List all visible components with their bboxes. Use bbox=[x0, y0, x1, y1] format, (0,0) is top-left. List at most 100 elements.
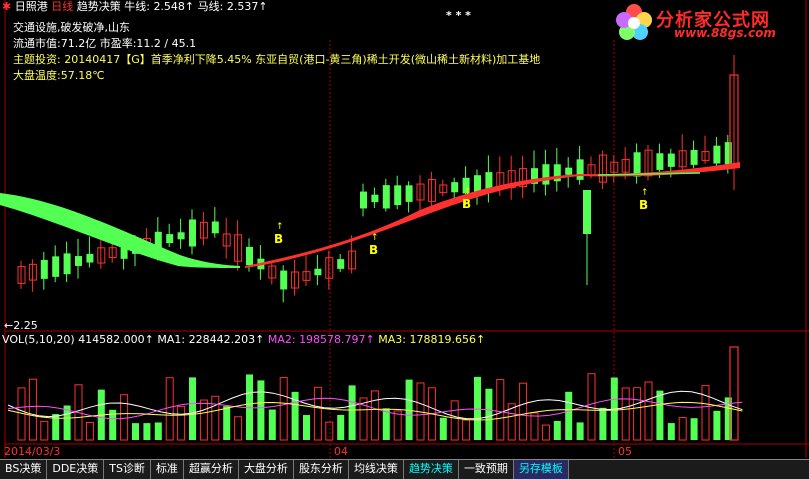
tab-item[interactable]: 另存模板 bbox=[513, 460, 569, 479]
volume-bar bbox=[223, 406, 231, 440]
volume-bar bbox=[474, 376, 481, 440]
buy-arrow-icon: ↑ bbox=[464, 187, 472, 197]
tab-item[interactable]: 一致预期 bbox=[459, 460, 514, 479]
header-line: ✱ 日照港 日线 趋势决策 牛线: 2.548↑ 马线: 2.537↑ bbox=[2, 0, 268, 14]
tab-item[interactable]: BS决策 bbox=[0, 460, 48, 479]
volume-bar bbox=[656, 390, 664, 440]
buy-arrow-icon: ↑ bbox=[641, 188, 649, 198]
date-month-04: 04 bbox=[334, 445, 348, 458]
volume-bar bbox=[599, 407, 607, 440]
chart-canvas[interactable]: ↑B ↑B↑B↑B bbox=[0, 0, 809, 478]
candle-body bbox=[690, 149, 698, 165]
vol-value: 414582.000↑ bbox=[78, 333, 154, 346]
candle-body bbox=[63, 253, 71, 275]
candle-body bbox=[75, 256, 82, 266]
candle-body bbox=[667, 153, 675, 167]
theme-label: 主题投资: bbox=[13, 53, 61, 66]
niu-label: 牛线: bbox=[124, 0, 150, 13]
candle-body bbox=[724, 142, 732, 165]
price-low-label: ←2.25 bbox=[4, 319, 38, 332]
buy-arrow-icon: ↑ bbox=[276, 222, 284, 232]
candle-body bbox=[405, 185, 413, 202]
ma-value: 2.537↑ bbox=[226, 0, 268, 13]
volume-bar bbox=[667, 423, 675, 440]
logo-url: www.88gs.com bbox=[674, 26, 776, 40]
tab-item[interactable]: 标准 bbox=[151, 460, 184, 479]
volume-bar bbox=[713, 410, 721, 440]
volume-bar bbox=[690, 418, 698, 440]
volume-bar bbox=[268, 409, 276, 440]
buy-signal-label: B bbox=[462, 197, 471, 211]
candle-body bbox=[189, 219, 196, 247]
theme-info: 主题投资: 20140417【G】首季净利下降5.45% 东亚自贸(港口-黄三角… bbox=[13, 53, 540, 67]
candle-body bbox=[713, 145, 721, 164]
date-start: 2014/03/3 bbox=[4, 445, 61, 458]
volume-bar bbox=[132, 423, 139, 440]
indicator-name: 趋势决策 bbox=[76, 0, 121, 13]
candle-body bbox=[542, 164, 550, 185]
candle-body bbox=[656, 153, 664, 170]
buy-signal-label: B bbox=[639, 198, 648, 212]
theme-text: 20140417【G】首季净利下降5.45% 东亚自贸(港口-黄三角)稀土开发(… bbox=[64, 53, 541, 66]
flower-logo-icon bbox=[616, 4, 652, 40]
buy-signal-label: B bbox=[274, 232, 283, 246]
volume-bar bbox=[337, 414, 345, 440]
candle-body bbox=[280, 270, 288, 290]
site-logo: 分析家公式网 www.88gs.com bbox=[612, 2, 808, 42]
volume-bar bbox=[565, 391, 573, 440]
tab-item[interactable]: 股东分析 bbox=[294, 460, 349, 479]
candle-body bbox=[382, 185, 390, 209]
ma1-value: 228442.203↑ bbox=[188, 333, 265, 346]
stock-name: 日照港 bbox=[14, 0, 48, 13]
buy-signal-label: B bbox=[369, 243, 378, 257]
candle-body bbox=[314, 268, 322, 276]
date-month-05: 05 bbox=[618, 445, 632, 458]
candle-body bbox=[371, 194, 379, 203]
tab-item[interactable]: TS诊断 bbox=[104, 460, 151, 479]
niu-value: 2.548↑ bbox=[153, 0, 195, 13]
candle-body bbox=[565, 167, 573, 175]
volume-bar bbox=[576, 422, 584, 440]
menu-star-icon[interactable]: ✱ bbox=[2, 0, 11, 13]
tab-item[interactable]: DDE决策 bbox=[47, 460, 105, 479]
candle-body bbox=[360, 191, 367, 209]
tab-item[interactable]: 均线决策 bbox=[349, 460, 404, 479]
volume-bar bbox=[143, 423, 151, 440]
market-temperature: 大盘温度:57.18℃ bbox=[13, 69, 105, 82]
tab-item[interactable]: 超赢分析 bbox=[184, 460, 239, 479]
candle-body bbox=[177, 232, 185, 240]
volume-header: VOL(5,10,20) 414582.000↑ MA1: 228442.203… bbox=[2, 333, 485, 347]
candle-body bbox=[576, 159, 584, 180]
star-marks: * * * bbox=[446, 9, 471, 22]
candle-body bbox=[451, 182, 459, 193]
market-value-info: 流通市值:71.2亿 市盈率:11.2 / 45.1 bbox=[13, 37, 197, 50]
volume-bar bbox=[303, 415, 310, 440]
candle-body bbox=[86, 253, 94, 263]
volume-bar bbox=[257, 380, 265, 440]
volume-bar bbox=[485, 388, 493, 440]
ma1-label: MA1: bbox=[157, 333, 186, 346]
candle-body bbox=[166, 234, 174, 244]
volume-bar bbox=[348, 385, 356, 440]
template-tab-bar: BS决策 DDE决策 TS诊断 标准 超赢分析 大盘分析 股东分析 均线决策 趋势决策 一致预期另… bbox=[0, 459, 809, 479]
ma2-value: 198578.797↑ bbox=[299, 333, 375, 346]
candle-body bbox=[394, 185, 402, 206]
volume-bar bbox=[439, 417, 447, 440]
vol-label: VOL(5,10,20) bbox=[2, 333, 75, 346]
candle-body bbox=[246, 246, 253, 266]
ma3-label: MA3: bbox=[378, 333, 406, 346]
volume-bar bbox=[189, 377, 196, 440]
candle-body bbox=[40, 259, 48, 279]
candle-body bbox=[583, 190, 591, 234]
tab-item[interactable]: 大盘分析 bbox=[239, 460, 294, 479]
tab-item[interactable]: 趋势决策 bbox=[404, 460, 459, 479]
period-label: 日线 bbox=[51, 0, 74, 13]
candle-body bbox=[337, 259, 345, 269]
buy-arrow-icon: ↑ bbox=[371, 233, 379, 243]
industry-info: 交通设施,破发破净,山东 bbox=[13, 21, 130, 34]
ma3-value: 178819.656↑ bbox=[409, 333, 486, 346]
ma2-label: MA2: bbox=[267, 333, 296, 346]
candle-body bbox=[211, 221, 219, 234]
candle-body bbox=[633, 152, 641, 177]
candle-body bbox=[52, 256, 60, 277]
